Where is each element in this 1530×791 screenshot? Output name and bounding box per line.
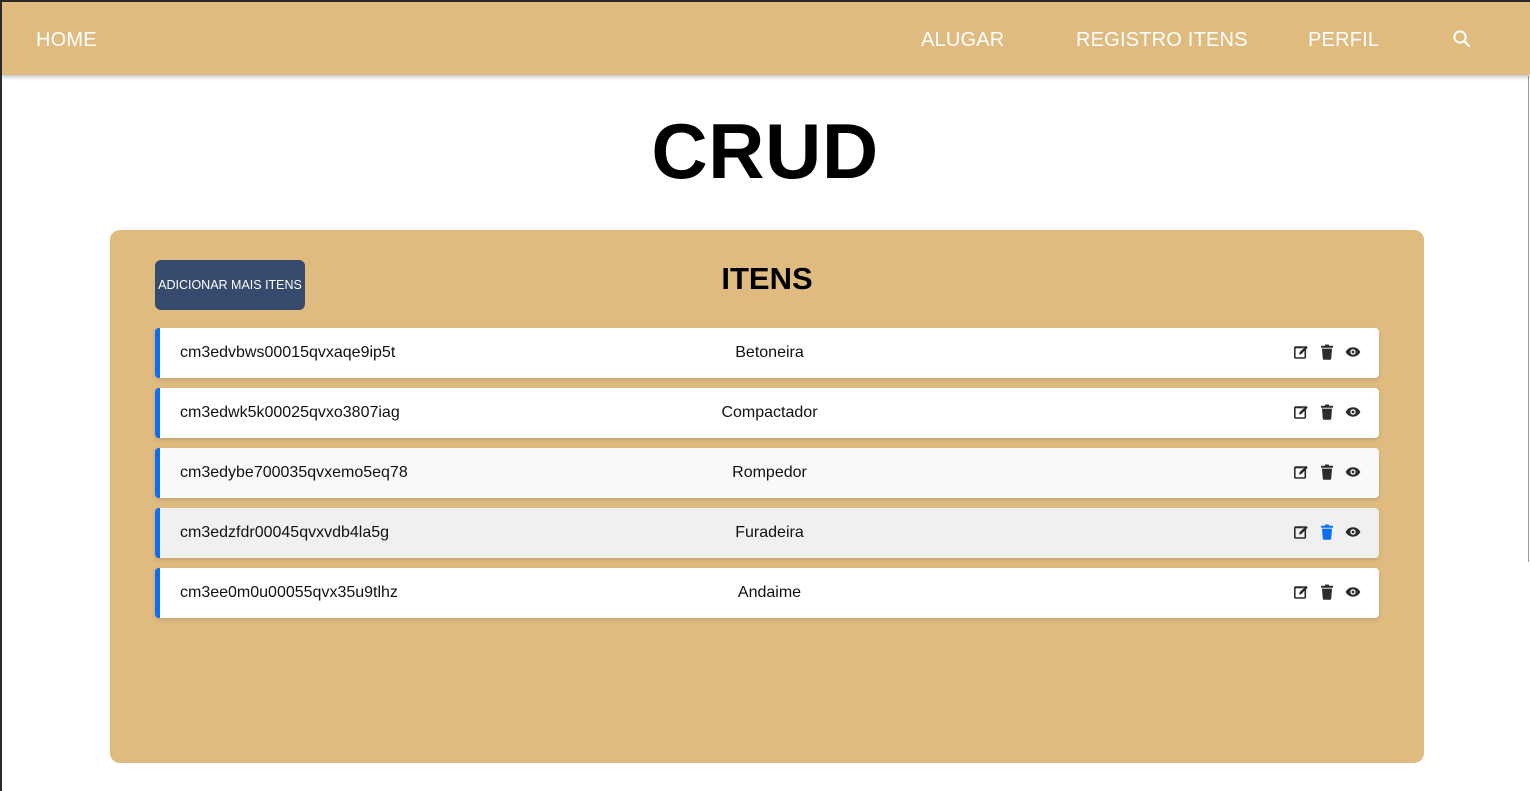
edit-icon[interactable]: [1293, 344, 1309, 360]
add-items-button[interactable]: ADICIONAR MAIS ITENS: [155, 260, 305, 310]
item-id: cm3edybe700035qvxemo5eq78: [180, 464, 408, 481]
item-row[interactable]: cm3edvbws00015qvxaqe9ip5t Betoneira: [155, 328, 1379, 378]
edit-icon[interactable]: [1293, 464, 1309, 480]
item-actions: [1293, 403, 1361, 421]
panel-title: ITENS: [721, 261, 813, 296]
items-panel: ITENS ADICIONAR MAIS ITENS cm3edvbws0001…: [110, 230, 1424, 763]
item-row[interactable]: cm3edwk5k00025qvxo3807iag Compactador: [155, 388, 1379, 438]
item-actions: [1293, 583, 1361, 601]
item-id: cm3edvbws00015qvxaqe9ip5t: [180, 344, 396, 361]
edit-icon[interactable]: [1293, 584, 1309, 600]
eye-icon[interactable]: [1345, 404, 1361, 420]
item-actions: [1293, 343, 1361, 361]
item-actions: [1293, 523, 1361, 541]
trash-icon[interactable]: [1319, 584, 1335, 600]
search-icon[interactable]: [1452, 29, 1472, 49]
trash-icon[interactable]: [1319, 344, 1335, 360]
nav-registro-itens[interactable]: REGISTRO ITENS: [1076, 2, 1248, 75]
edit-icon[interactable]: [1293, 404, 1309, 420]
nav-alugar[interactable]: ALUGAR: [921, 2, 1004, 75]
item-row[interactable]: cm3edybe700035qvxemo5eq78 Rompedor: [155, 448, 1379, 498]
eye-icon[interactable]: [1345, 584, 1361, 600]
edit-icon[interactable]: [1293, 524, 1309, 540]
item-id: cm3edwk5k00025qvxo3807iag: [180, 404, 400, 421]
item-actions: [1293, 463, 1361, 481]
item-row[interactable]: cm3edzfdr00045qvxvdb4la5g Furadeira: [155, 508, 1379, 558]
top-navbar: HOME ALUGAR REGISTRO ITENS PERFIL: [2, 2, 1530, 75]
trash-icon[interactable]: [1319, 464, 1335, 480]
page-title: CRUD: [651, 107, 879, 195]
trash-icon[interactable]: [1319, 404, 1335, 420]
item-id: cm3ee0m0u00055qvx35u9tlhz: [180, 584, 398, 601]
item-id: cm3edzfdr00045qvxvdb4la5g: [180, 524, 390, 541]
eye-icon[interactable]: [1345, 344, 1361, 360]
nav-perfil[interactable]: PERFIL: [1308, 2, 1379, 75]
nav-home[interactable]: HOME: [36, 2, 97, 75]
eye-icon[interactable]: [1345, 464, 1361, 480]
eye-icon[interactable]: [1345, 524, 1361, 540]
item-row[interactable]: cm3ee0m0u00055qvx35u9tlhz Andaime: [155, 568, 1379, 618]
trash-icon[interactable]: [1319, 524, 1335, 540]
